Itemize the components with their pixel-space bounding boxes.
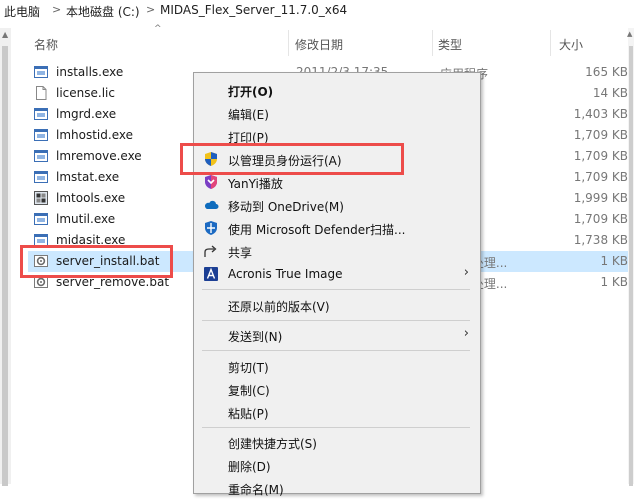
column-divider[interactable] [288, 30, 289, 56]
exe-window-icon [34, 234, 48, 246]
menu-item-label: 移动到 OneDrive(M) [228, 200, 344, 214]
file-size: 1,709 KB [573, 149, 628, 163]
file-size: 1,709 KB [573, 212, 628, 226]
menu-item-cut[interactable]: 剪切(T) [195, 355, 479, 377]
menu-item-label: 共享 [228, 246, 253, 260]
menu-item-label: 删除(D) [228, 460, 271, 474]
file-size: 1 KB [600, 254, 628, 268]
file-name: license.lic [56, 86, 115, 100]
file-size: 165 KB [585, 65, 628, 79]
menu-item-label: 还原以前的版本(V) [228, 300, 330, 314]
file-size: 1 KB [600, 275, 628, 289]
file-size: 1,999 KB [573, 191, 628, 205]
breadcrumb-current-folder[interactable]: MIDAS_Flex_Server_11.7.0_x64 [160, 3, 347, 17]
column-divider[interactable] [550, 30, 551, 56]
context-menu: 打开(O) 编辑(E) 打印(P) 以管理员身份运行(A) YanYi播放 移动… [193, 72, 481, 497]
menu-item-label: 发送到(N) [228, 330, 283, 344]
menu-item-label: 打印(P) [228, 131, 269, 145]
menu-item-yanyi[interactable]: YanYi播放 [195, 171, 479, 193]
scroll-up-icon[interactable]: ▲ [2, 30, 8, 39]
lmtools-app-icon [34, 191, 48, 205]
breadcrumb-separator[interactable]: > [52, 3, 61, 16]
submenu-arrow-icon: › [463, 265, 469, 280]
file-name: lmstat.exe [56, 170, 120, 184]
menu-item-share[interactable]: 共享 [195, 240, 479, 262]
column-divider[interactable] [432, 30, 433, 56]
breadcrumb-this-pc[interactable]: 此电脑 [4, 3, 40, 20]
scrollbar-thumb[interactable] [2, 46, 8, 486]
menu-item-label: 打开(O) [228, 85, 274, 99]
menu-item-label: 剪切(T) [228, 361, 269, 375]
file-size: 1,738 KB [573, 233, 628, 247]
menu-item-defender-scan[interactable]: 使用 Microsoft Defender扫描... [195, 217, 479, 239]
file-size: 1,709 KB [573, 128, 628, 142]
menu-item-label: 复制(C) [228, 384, 270, 398]
file-name: lmtools.exe [56, 191, 126, 205]
navigation-pane-scrollbar[interactable]: ▲ [0, 28, 11, 486]
exe-window-icon [34, 171, 48, 183]
file-name: lmhostid.exe [56, 128, 133, 142]
menu-item-delete[interactable]: 删除(D) [195, 454, 479, 476]
onedrive-cloud-icon [204, 200, 219, 209]
file-size: 1,403 KB [573, 107, 628, 121]
batch-gear-icon [34, 276, 48, 288]
breadcrumb-local-disk[interactable]: 本地磁盘 (C:) [66, 3, 140, 20]
menu-separator [202, 350, 470, 351]
column-header-size[interactable]: 大小 [559, 36, 583, 53]
menu-item-label: 编辑(E) [228, 108, 269, 122]
scroll-up-icon[interactable]: ▲ [627, 30, 632, 38]
menu-separator [202, 320, 470, 321]
menu-item-acronis[interactable]: Acronis True Image › [195, 263, 479, 285]
menu-item-print[interactable]: 打印(P) [195, 125, 479, 147]
menu-item-run-as-admin[interactable]: 以管理员身份运行(A) [195, 148, 479, 170]
menu-item-copy[interactable]: 复制(C) [195, 378, 479, 400]
scrollbar-thumb[interactable] [629, 46, 633, 486]
file-size: 1,709 KB [573, 170, 628, 184]
menu-item-label: 粘贴(P) [228, 407, 269, 421]
menu-item-label: 创建快捷方式(S) [228, 437, 317, 451]
uac-shield-icon [205, 152, 217, 166]
column-header-date[interactable]: 修改日期 [295, 36, 343, 53]
file-name: midasit.exe [56, 233, 126, 247]
menu-separator [202, 289, 470, 290]
defender-shield-icon [205, 221, 217, 235]
file-name: installs.exe [56, 65, 124, 79]
file-name: lmgrd.exe [56, 107, 117, 121]
column-header-type[interactable]: 类型 [438, 36, 462, 53]
breadcrumb-separator[interactable]: > [146, 3, 155, 16]
submenu-arrow-icon: › [463, 326, 469, 341]
exe-window-icon [34, 108, 48, 120]
menu-item-label: Acronis True Image [228, 267, 343, 281]
yanyi-shield-icon [205, 175, 217, 189]
batch-gear-icon [34, 255, 48, 267]
menu-separator [202, 427, 470, 428]
menu-item-send-to[interactable]: 发送到(N) › [195, 324, 479, 346]
file-name: lmutil.exe [56, 212, 116, 226]
sort-ascending-icon: ^ [154, 24, 162, 34]
menu-item-edit[interactable]: 编辑(E) [195, 102, 479, 124]
blank-document-icon [36, 86, 47, 100]
exe-window-icon [34, 66, 48, 78]
column-header-name[interactable]: 名称 [34, 36, 58, 53]
breadcrumb: 此电脑 > 本地磁盘 (C:) > MIDAS_Flex_Server_11.7… [0, 0, 634, 22]
file-name: server_install.bat [56, 254, 160, 268]
file-name: lmremove.exe [56, 149, 142, 163]
menu-item-label: 以管理员身份运行(A) [228, 154, 342, 168]
menu-item-restore-previous-versions[interactable]: 还原以前的版本(V) [195, 294, 479, 316]
file-size: 14 KB [592, 86, 628, 100]
share-icon [204, 245, 217, 257]
file-list-scrollbar[interactable]: ▲ [627, 28, 634, 486]
menu-item-open[interactable]: 打开(O) [195, 79, 479, 101]
exe-window-icon [34, 150, 48, 162]
acronis-icon [204, 267, 218, 281]
file-name: server_remove.bat [56, 275, 170, 289]
exe-window-icon [34, 129, 48, 141]
exe-window-icon [34, 213, 48, 225]
menu-item-label: 使用 Microsoft Defender扫描... [228, 223, 406, 237]
menu-item-create-shortcut[interactable]: 创建快捷方式(S) [195, 431, 479, 453]
menu-item-rename[interactable]: 重命名(M) [195, 477, 479, 499]
menu-item-paste[interactable]: 粘贴(P) [195, 401, 479, 423]
menu-item-label: YanYi播放 [228, 177, 283, 191]
menu-item-move-to-onedrive[interactable]: 移动到 OneDrive(M) [195, 194, 479, 216]
